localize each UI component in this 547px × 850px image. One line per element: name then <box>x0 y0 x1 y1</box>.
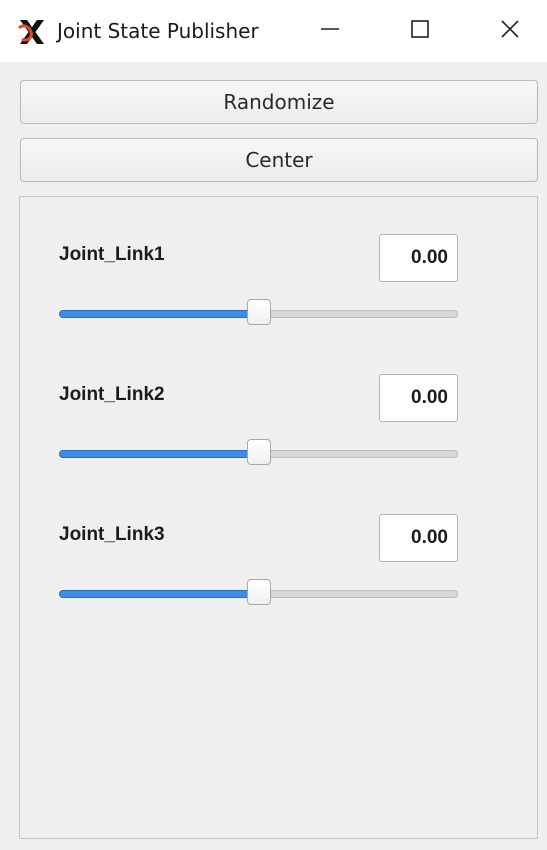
slider-fill <box>59 590 259 598</box>
minimize-icon <box>319 18 341 44</box>
center-button[interactable]: Center <box>20 138 538 182</box>
slider-handle[interactable] <box>246 299 271 325</box>
slider-fill <box>59 450 259 458</box>
title-bar: Joint State Publisher <box>0 0 547 62</box>
joint-row-link3: Joint_Link3 0.00 <box>20 477 537 605</box>
joint-value-field[interactable]: 0.00 <box>379 234 458 282</box>
joint-panel: Joint_Link1 0.00 Joint_Link2 0.00 Joint_… <box>19 196 538 839</box>
slider-handle[interactable] <box>246 579 271 605</box>
joint-row-link1: Joint_Link1 0.00 <box>20 197 537 325</box>
minimize-button[interactable] <box>300 8 360 54</box>
close-icon <box>499 18 521 44</box>
joint-label: Joint_Link3 <box>59 524 165 545</box>
joint-label: Joint_Link2 <box>59 384 165 405</box>
joint-label: Joint_Link1 <box>59 244 165 265</box>
close-button[interactable] <box>480 8 540 54</box>
window-title: Joint State Publisher <box>57 19 259 43</box>
joint-slider[interactable] <box>59 299 458 329</box>
joint-slider[interactable] <box>59 579 458 609</box>
joint-value-field[interactable]: 0.00 <box>379 374 458 422</box>
joint-value-field[interactable]: 0.00 <box>379 514 458 562</box>
joint-state-publisher-window: Joint State Publisher Randomize Center J… <box>0 0 547 850</box>
joint-slider[interactable] <box>59 439 458 469</box>
joint-row-link2: Joint_Link2 0.00 <box>20 337 537 465</box>
window-body: Randomize Center Joint_Link1 0.00 Joint_… <box>0 62 547 850</box>
slider-handle[interactable] <box>246 439 271 465</box>
maximize-icon <box>409 18 431 44</box>
randomize-button[interactable]: Randomize <box>20 80 538 124</box>
ros-x-logo-icon <box>17 18 47 46</box>
slider-fill <box>59 310 259 318</box>
maximize-button[interactable] <box>390 8 450 54</box>
